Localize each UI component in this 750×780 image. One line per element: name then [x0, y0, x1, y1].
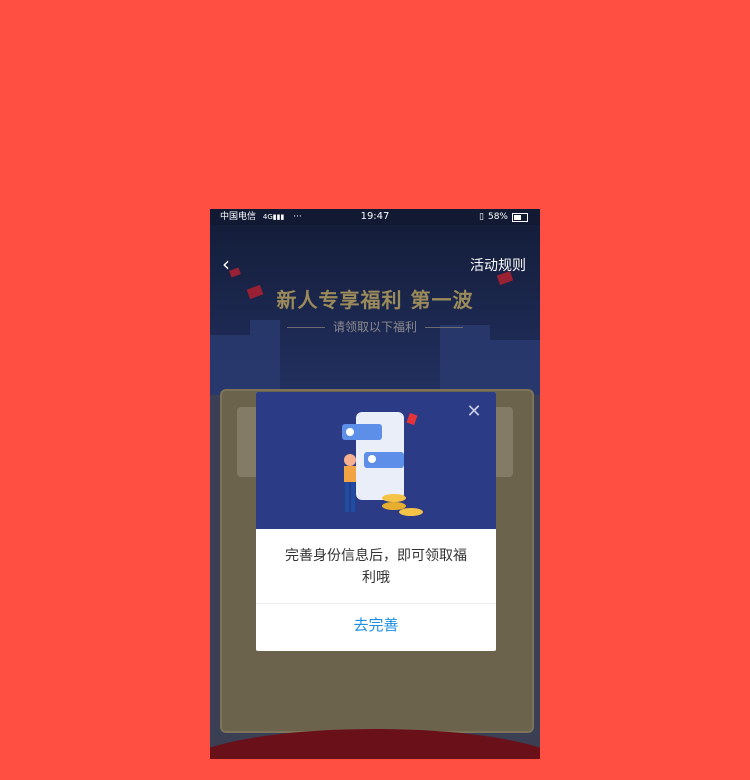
- complete-info-button[interactable]: 去完善: [256, 614, 496, 635]
- dialog-illustration-area: ✕: [256, 392, 496, 529]
- city-silhouette: [490, 340, 540, 395]
- hero-subtitle: 请领取以下福利: [332, 320, 417, 334]
- hero-banner: ‹ 活动规则 新人专享福利 第一波 请领取以下福利: [210, 225, 540, 395]
- divider-line: [425, 327, 463, 328]
- complete-info-dialog: ✕ 完善身份信息后，即可领取福利哦 去完善: [256, 392, 496, 651]
- identity-illustration: [342, 412, 423, 516]
- rules-link[interactable]: 活动规则: [470, 255, 526, 275]
- city-silhouette: [210, 335, 250, 395]
- dialog-divider: [256, 603, 496, 604]
- city-silhouette: [440, 325, 490, 395]
- status-bar: 中国电信 4G▮▮▮ ··· 19:47 ▯ 58%: [210, 209, 540, 225]
- hero-subtitle-row: 请领取以下福利: [210, 318, 540, 335]
- divider-line: [286, 327, 325, 328]
- battery-icon: [512, 212, 528, 222]
- back-button[interactable]: ‹: [222, 253, 242, 275]
- battery-percent: 58%: [487, 212, 508, 222]
- vibrate-icon: ▯: [479, 212, 484, 222]
- dialog-message: 完善身份信息后，即可领取福利哦: [285, 548, 467, 586]
- hero-title: 新人专享福利 第一波: [276, 288, 474, 312]
- close-icon[interactable]: ✕: [466, 403, 482, 421]
- chevron-left-icon: ‹: [222, 252, 230, 276]
